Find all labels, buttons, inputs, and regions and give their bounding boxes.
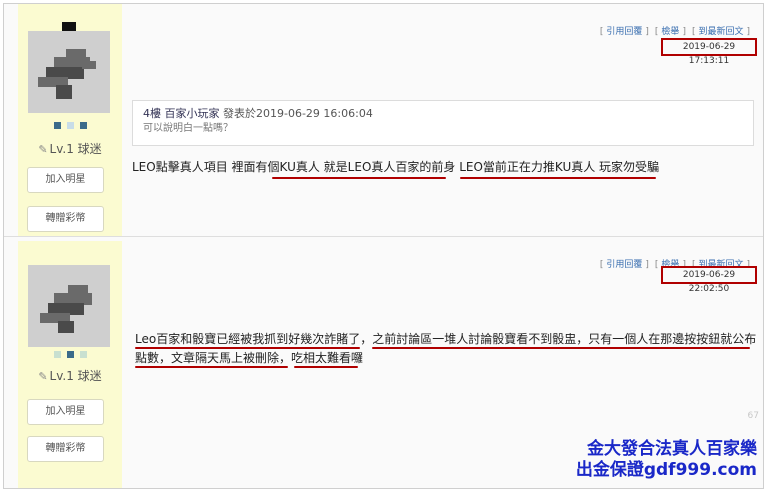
avatar[interactable] — [28, 31, 110, 113]
post-reply-1: ✎ Lv.1 球迷 加入明星 轉贈彩幣 [引用回覆][檢舉][到最新回文] 201… — [4, 4, 763, 237]
watermark-line-2: 出金保證gdf999.com — [575, 460, 757, 480]
post-timestamp: 2019-06-29 17:13:11 — [661, 38, 757, 66]
user-sidebar: ✎ Lv.1 球迷 加入明星 轉贈彩幣 — [18, 241, 122, 488]
quote-author[interactable]: 百家小玩家 — [165, 107, 220, 120]
watermark-line-1: 金大發合法真人百家樂 — [587, 439, 757, 459]
post-body: LEO點擊真人項目 裡面有個KU真人 就是LEO真人百家的前身 LEO當前正在力… — [132, 160, 660, 174]
post-timestamp: 2019-06-29 22:02:50 — [661, 266, 757, 294]
thread-view: ✎ Lv.1 球迷 加入明星 轉贈彩幣 [引用回覆][檢舉][到最新回文] 201… — [3, 3, 764, 489]
gift-coins-button[interactable]: 轉贈彩幣 — [27, 436, 104, 462]
watermark: 金大發合法真人百家樂 出金保證gdf999.com — [576, 439, 757, 481]
avatar[interactable] — [28, 265, 110, 347]
medal-row — [18, 351, 122, 358]
pencil-icon: ✎ — [38, 370, 48, 383]
user-level: ✎ Lv.1 球迷 — [38, 369, 102, 383]
user-sidebar: ✎ Lv.1 球迷 加入明星 轉贈彩幣 — [18, 4, 122, 236]
add-friend-button[interactable]: 加入明星 — [27, 167, 104, 193]
quote-time: 2019-06-29 16:06:04 — [256, 107, 373, 120]
quote-floor: 4樓 — [143, 107, 161, 120]
highlight-underline — [272, 177, 446, 179]
pencil-icon: ✎ — [38, 143, 48, 156]
highlight-underline — [372, 347, 750, 349]
view-counter: 67 — [747, 411, 759, 421]
highlight-underline — [135, 347, 360, 349]
quote-text: 可以說明白一點嗎？ — [143, 123, 233, 134]
gift-coins-button[interactable]: 轉贈彩幣 — [27, 206, 104, 232]
post-reply-2: ✎ Lv.1 球迷 加入明星 轉贈彩幣 [引用回覆][檢舉][到最新回文] 201… — [4, 241, 763, 488]
highlight-underline — [135, 366, 288, 368]
report-link[interactable]: 檢舉 — [661, 27, 679, 37]
rank-mark — [62, 22, 76, 31]
highlight-underline — [460, 177, 656, 179]
quote-reply-link[interactable]: 引用回覆 — [606, 260, 642, 270]
medal-row — [18, 122, 122, 129]
post-actions: [引用回覆][檢舉][到最新回文] — [599, 27, 750, 37]
goto-latest-link[interactable]: 到最新回文 — [698, 27, 743, 37]
add-friend-button[interactable]: 加入明星 — [27, 399, 104, 425]
quoted-post: 4樓 百家小玩家 發表於2019-06-29 16:06:04 可以說明白一點嗎… — [132, 100, 754, 146]
quote-posted-label: 發表於 — [223, 107, 256, 120]
highlight-underline — [294, 366, 358, 368]
quote-reply-link[interactable]: 引用回覆 — [606, 27, 642, 37]
user-level: ✎ Lv.1 球迷 — [38, 142, 102, 156]
